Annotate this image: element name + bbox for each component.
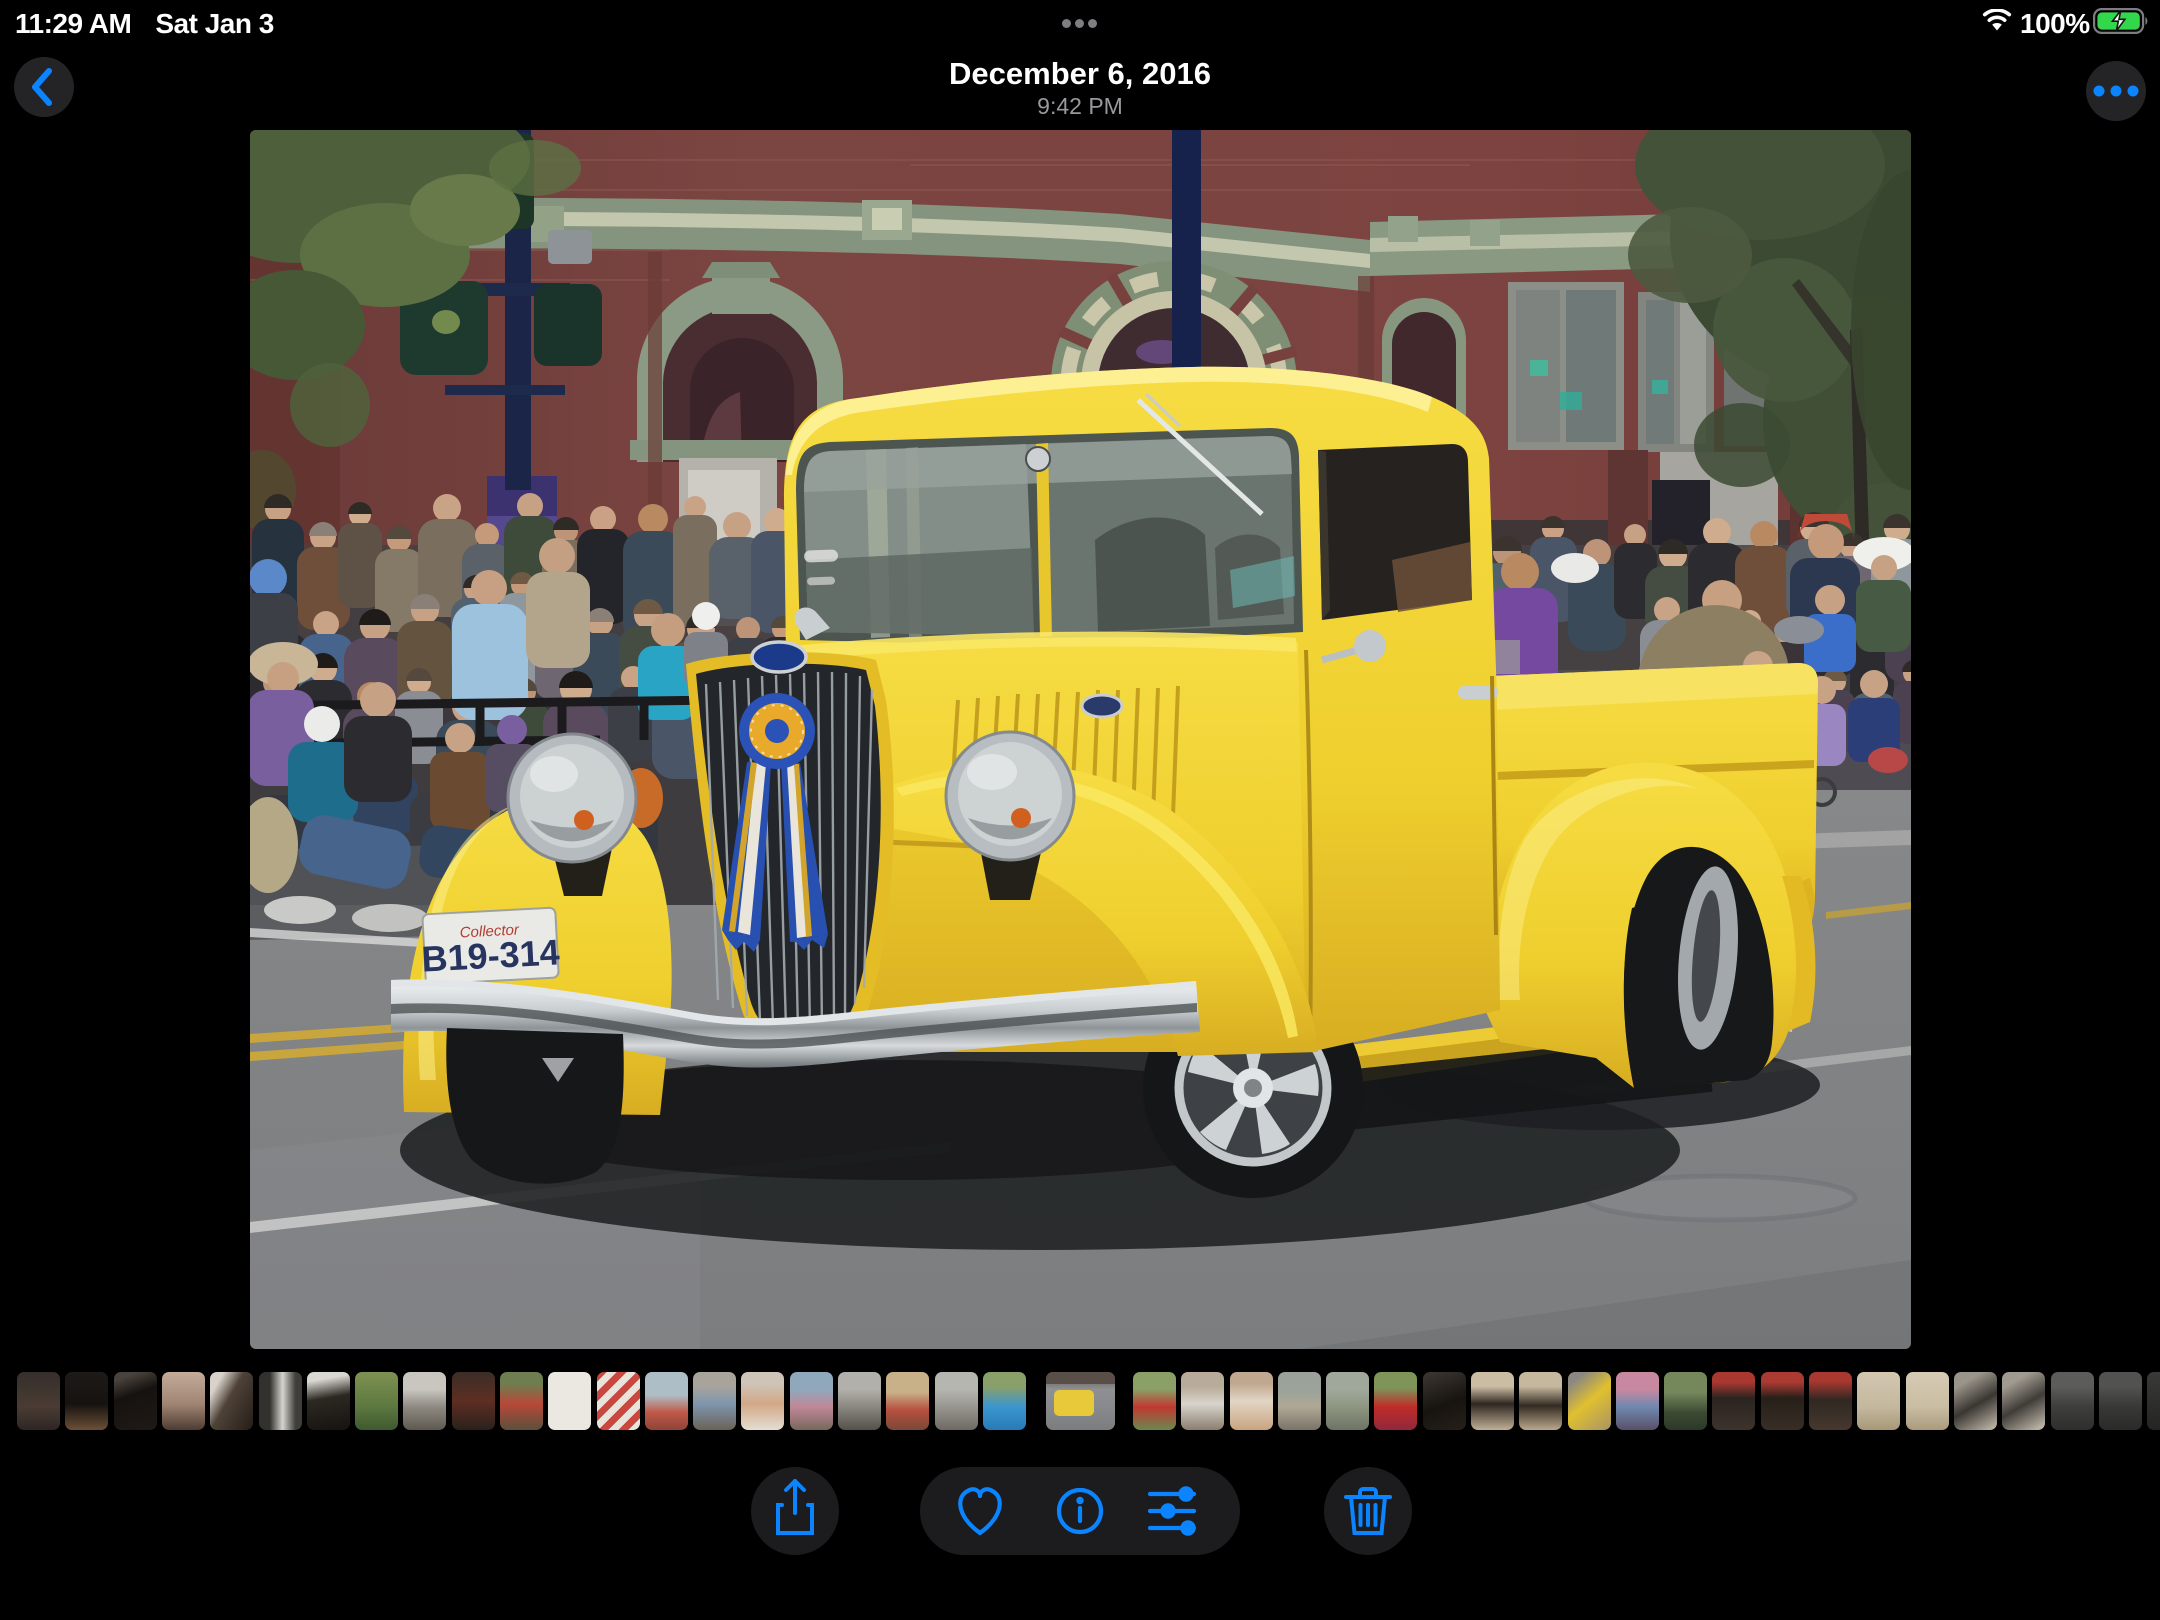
svg-text:B19-314: B19-314 [421, 931, 561, 979]
